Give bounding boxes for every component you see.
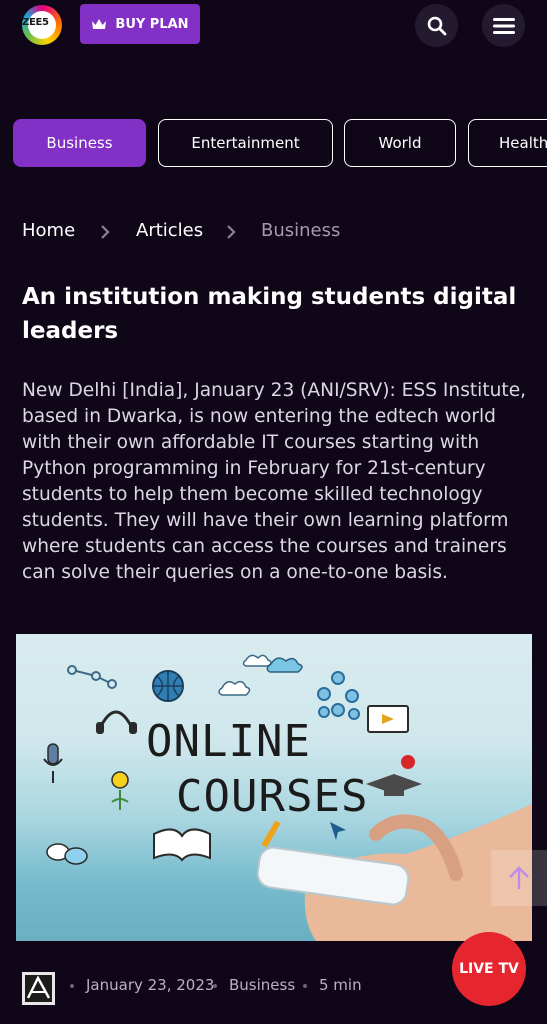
- menu-button[interactable]: [482, 4, 525, 47]
- tab-entertainment[interactable]: Entertainment: [158, 119, 333, 167]
- hero-text-line1: ONLINE: [146, 716, 311, 767]
- top-bar: ZEE5 BUY PLAN: [0, 0, 547, 52]
- article-category[interactable]: Business: [229, 976, 295, 994]
- source-logo: [22, 972, 55, 1005]
- meta-separator: [70, 984, 74, 988]
- breadcrumb-current: Business: [261, 220, 341, 241]
- chevron-right-icon: [101, 225, 110, 239]
- tab-world[interactable]: World: [344, 119, 456, 167]
- source-logo-icon: [22, 972, 55, 1005]
- search-icon: [427, 16, 446, 35]
- tab-business[interactable]: Business: [13, 119, 146, 167]
- hero-text-line2: COURSES: [176, 771, 369, 822]
- buy-plan-button[interactable]: BUY PLAN: [80, 4, 200, 44]
- scroll-to-top-button[interactable]: [491, 850, 547, 906]
- tab-health[interactable]: Health: [468, 119, 547, 167]
- logo-text: ZEE5: [22, 17, 49, 28]
- article-date: January 23, 2023: [86, 976, 215, 994]
- chevron-right-icon: [227, 225, 236, 239]
- article-hero-image: ONLINE COURSES: [16, 634, 532, 941]
- breadcrumb-home[interactable]: Home: [22, 220, 75, 241]
- live-tv-button[interactable]: LIVE TV: [452, 932, 526, 1006]
- meta-separator: [213, 984, 217, 988]
- hamburger-icon: [492, 17, 515, 34]
- article-body: New Delhi [India], January 23 (ANI/SRV):…: [22, 380, 527, 583]
- article-title: An institution making students digital l…: [22, 284, 517, 344]
- arrow-up-icon: [509, 866, 529, 889]
- buy-plan-label: BUY PLAN: [115, 16, 189, 32]
- search-button[interactable]: [415, 4, 458, 47]
- crown-icon: [92, 19, 107, 29]
- page: ZEE5 BUY PLAN Business Entertainment Wor…: [0, 0, 547, 1024]
- category-tabs: Business Entertainment World Health: [13, 119, 547, 167]
- breadcrumb-articles[interactable]: Articles: [136, 220, 203, 241]
- meta-separator: [303, 984, 307, 988]
- article-read-time: 5 min: [319, 976, 362, 994]
